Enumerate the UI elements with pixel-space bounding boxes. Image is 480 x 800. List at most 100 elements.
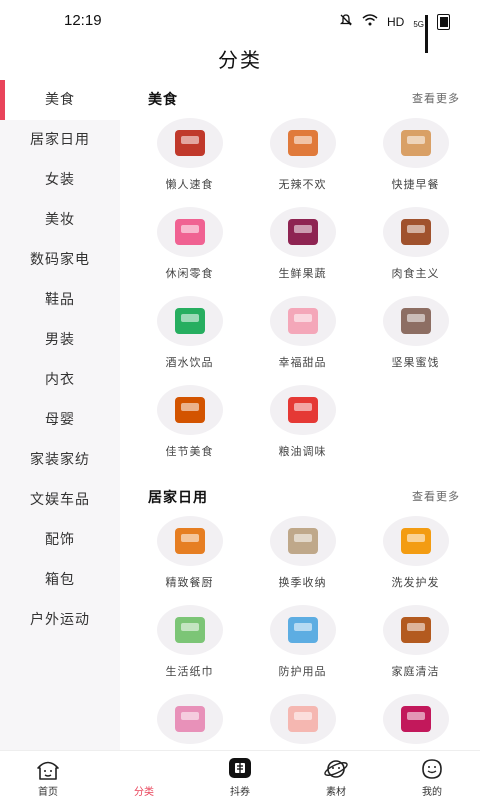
category-tile[interactable]: 酒水饮品 (133, 292, 246, 381)
status-bar: 12:19 HD 5G (0, 0, 480, 53)
sidebar-item[interactable]: 家装家纺 (0, 440, 120, 480)
sidebar-item[interactable]: 女装 (0, 160, 120, 200)
category-grid: 精致餐厨 换季收纳 洗发护发生活纸巾 防护用品 家庭清洁 (120, 512, 480, 750)
nav-label: 抖券 (230, 787, 250, 798)
nuts-box-icon (400, 308, 431, 334)
meat-icon (400, 219, 431, 245)
sidebar-item[interactable]: 鞋品 (0, 280, 120, 320)
category-tile[interactable]: 肉食主义 (359, 203, 472, 292)
kids-cup-icon (287, 706, 318, 732)
category-tile[interactable]: 精致餐厨 (133, 512, 246, 601)
sidebar-item[interactable]: 美妆 (0, 200, 120, 240)
mask-icon (287, 617, 318, 643)
drinks-icon (174, 308, 205, 334)
sidebar-item[interactable]: 配饰 (0, 520, 120, 560)
category-thumbnail (269, 605, 336, 655)
category-label: 洗发护发 (391, 576, 440, 589)
section-title: 居家日用 (148, 490, 208, 506)
perfume-icon (400, 706, 431, 732)
category-tile[interactable] (359, 690, 472, 750)
category-tile[interactable]: 洗发护发 (359, 512, 472, 601)
planet-icon (324, 760, 348, 778)
sanitary-pad-icon (174, 706, 205, 732)
sidebar-item[interactable]: 美食 (0, 80, 120, 120)
category-tile[interactable]: 佳节美食 (133, 381, 246, 470)
category-tile[interactable]: 无辣不欢 (246, 114, 359, 203)
category-thumbnail (269, 118, 336, 168)
category-label: 肉食主义 (391, 267, 440, 280)
signal-label: 5G (413, 19, 424, 29)
nav-label: 我的 (422, 787, 442, 798)
section-title: 美食 (148, 92, 178, 108)
category-tile[interactable]: 换季收纳 (246, 512, 359, 601)
category-tile[interactable] (133, 690, 246, 750)
category-thumbnail (382, 694, 449, 744)
coupon-icon (229, 758, 251, 778)
category-tile[interactable]: 懒人速食 (133, 114, 246, 203)
storage-drawer-icon (287, 528, 318, 554)
category-thumbnail (156, 385, 223, 435)
category-label: 酒水饮品 (165, 356, 214, 369)
battery-icon (437, 13, 450, 30)
category-tile[interactable]: 家庭清洁 (359, 601, 472, 690)
nav-label: 素材 (326, 787, 346, 798)
status-time: 12:19 (64, 12, 102, 29)
category-tile[interactable]: 生鲜果蔬 (246, 203, 359, 292)
category-thumbnail (382, 118, 449, 168)
network-type: HD (386, 14, 405, 29)
category-label: 家庭清洁 (391, 665, 440, 678)
sidebar-item[interactable]: 男装 (0, 320, 120, 360)
nav-mine[interactable]: 我的 (384, 751, 480, 800)
category-label: 生活纸巾 (165, 665, 214, 678)
category-tile[interactable] (246, 690, 359, 750)
sidebar-item[interactable]: 内衣 (0, 360, 120, 400)
category-label: 佳节美食 (165, 445, 214, 458)
sidebar-item[interactable]: 数码家电 (0, 240, 120, 280)
category-tile[interactable]: 粮油调味 (246, 381, 359, 470)
category-content: 美食 查看更多 懒人速食 无辣不欢 快捷早餐 休闲零食 生鲜果蔬 肉食主义 酒水饮品 幸福甜品 坚果… (120, 80, 480, 750)
category-thumbnail (269, 296, 336, 346)
smiley-icon (422, 759, 442, 779)
category-thumbnail (382, 296, 449, 346)
category-tile[interactable]: 休闲零食 (133, 203, 246, 292)
zongzi-icon (174, 397, 205, 423)
category-sidebar: 美食 居家日用 女装 美妆 数码家电 鞋品 男装 内衣 母婴 家装家纺 文娱车品 配饰 箱包 户外运动 (0, 80, 120, 750)
snack-bag-icon (174, 219, 205, 245)
nav-category[interactable]: 分类 (96, 751, 192, 800)
disinfectant-icon (400, 617, 431, 643)
sidebar-item[interactable]: 箱包 (0, 560, 120, 600)
nav-home[interactable]: 首页 (0, 751, 96, 800)
see-more-link[interactable]: 查看更多 (412, 90, 460, 106)
category-thumbnail (269, 207, 336, 257)
category-thumbnail (156, 207, 223, 257)
sidebar-item[interactable]: 文娱车品 (0, 480, 120, 520)
sidebar-item[interactable]: 居家日用 (0, 120, 120, 160)
category-label: 快捷早餐 (391, 178, 440, 191)
tissue-icon (174, 617, 205, 643)
home-icon (37, 761, 59, 780)
category-tile[interactable]: 防护用品 (246, 601, 359, 690)
category-thumbnail (382, 516, 449, 566)
nav-label: 分类 (134, 787, 154, 798)
category-tile[interactable]: 幸福甜品 (246, 292, 359, 381)
see-more-link[interactable]: 查看更多 (412, 488, 460, 504)
category-thumbnail (156, 694, 223, 744)
sidebar-item[interactable]: 户外运动 (0, 600, 120, 640)
category-tile[interactable]: 坚果蜜饯 (359, 292, 472, 381)
sidebar-item[interactable]: 母婴 (0, 400, 120, 440)
nav-coupon[interactable]: 抖券 (192, 751, 288, 800)
rice-oil-icon (287, 397, 318, 423)
category-thumbnail (156, 296, 223, 346)
macaron-icon (287, 308, 318, 334)
category-thumbnail (269, 516, 336, 566)
signal-icon: 5G (413, 14, 428, 53)
section-header: 美食 查看更多 (120, 80, 480, 114)
category-tile[interactable]: 生活纸巾 (133, 601, 246, 690)
category-tile[interactable]: 快捷早餐 (359, 114, 472, 203)
category-thumbnail (382, 207, 449, 257)
fruits-icon (287, 219, 318, 245)
nav-material[interactable]: 素材 (288, 751, 384, 800)
category-label: 幸福甜品 (278, 356, 327, 369)
category-label: 坚果蜜饯 (391, 356, 440, 369)
